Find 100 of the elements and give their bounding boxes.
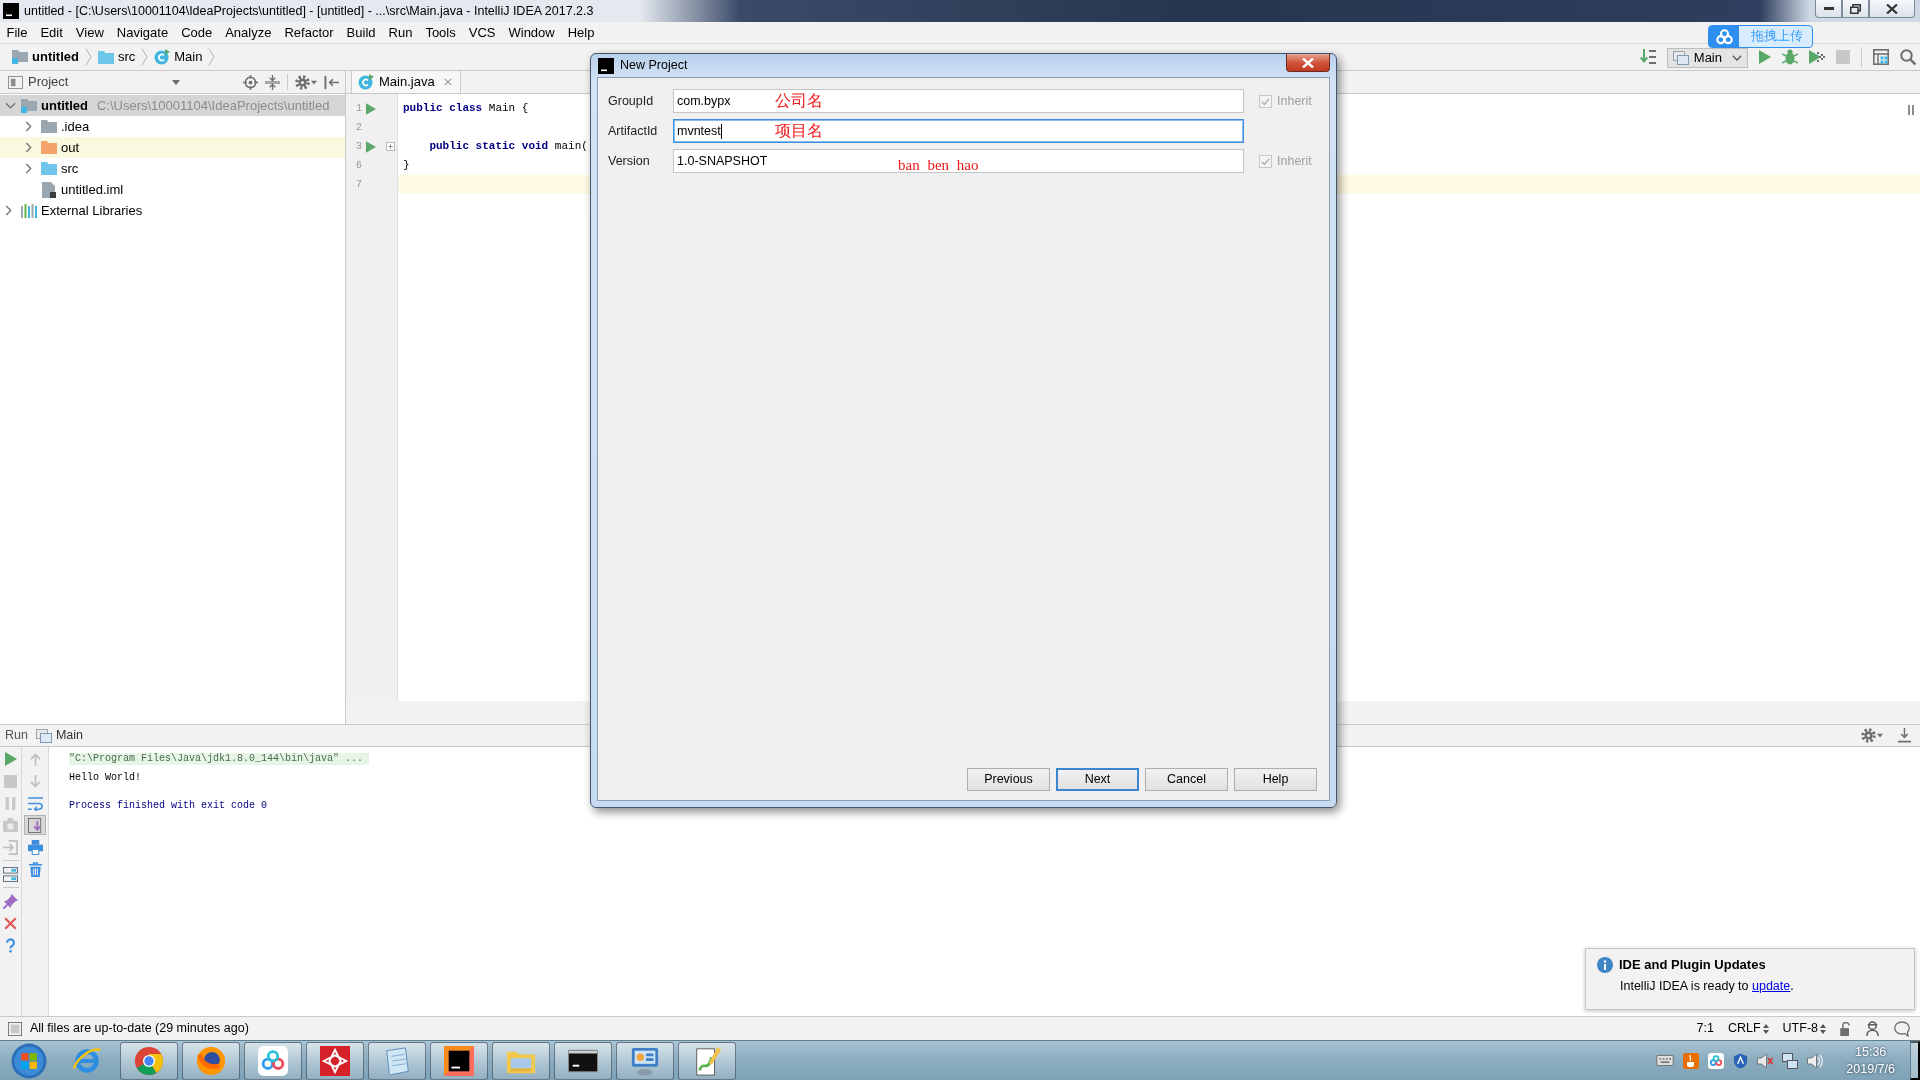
tree-item[interactable]: .idea [0,116,345,137]
close-icon[interactable] [4,916,17,930]
annotation-text: ban ben hao [898,156,979,174]
fold-icon[interactable] [386,142,395,151]
minimize-button[interactable] [1815,0,1842,18]
printer-icon[interactable] [27,839,43,855]
input-field[interactable]: com.bypx 公司名 [673,89,1244,113]
dialog-button[interactable]: Previous [967,768,1050,791]
cloud-icon[interactable] [1708,1052,1725,1069]
close-button[interactable] [1286,54,1330,72]
show-desktop-button[interactable] [1910,1041,1920,1080]
app-logo-icon [444,1045,474,1076]
chat-bubble-icon[interactable] [1894,1020,1910,1037]
help-icon[interactable] [6,937,15,953]
close-icon [1886,3,1898,14]
hide-icon[interactable] [324,74,339,90]
grid-icon[interactable] [1873,49,1889,65]
menu-item[interactable]: Navigate [110,24,175,41]
dialog-button[interactable]: Next [1056,768,1139,791]
line-number: 7 [355,178,362,191]
menu-item[interactable]: VCS [462,24,502,41]
network-icon[interactable] [1782,1052,1799,1069]
menu-item[interactable]: Build [340,24,382,41]
cup-icon[interactable] [1683,1052,1700,1069]
breadcrumb-item[interactable]: untitled [8,49,83,65]
taskbar-button[interactable] [430,1041,488,1080]
frame-icon[interactable] [8,1021,22,1036]
breadcrumb-item[interactable]: src [93,49,140,65]
input-field[interactable]: 1.0-SNAPSHOT ban ben hao [673,149,1244,173]
editor-tab[interactable]: Main.java [351,71,461,93]
close-button[interactable] [1869,0,1915,18]
menu-item[interactable]: Window [501,24,562,41]
crosshair-icon[interactable] [243,74,258,90]
dialog-button[interactable]: Cancel [1145,768,1228,791]
restore-button[interactable] [1842,0,1869,18]
shield-icon[interactable] [1733,1052,1749,1069]
speaker-icon[interactable] [1807,1052,1824,1069]
menu-item[interactable]: View [69,24,111,41]
settings-icon[interactable] [295,74,310,90]
menu-item[interactable]: Tools [418,24,463,41]
search-icon[interactable] [1900,49,1916,65]
collapse-icon[interactable] [265,74,280,90]
keyboard-icon[interactable] [1656,1055,1675,1066]
run-icon[interactable] [1759,50,1771,64]
menu-item[interactable]: Help [561,24,601,41]
taskbar-button[interactable] [554,1041,612,1080]
caret-icon [172,79,180,85]
menu-item[interactable]: Run [382,24,419,41]
muted-speaker-icon[interactable] [1757,1052,1774,1069]
layout-icon[interactable] [3,866,18,882]
browser-icon [134,1045,164,1076]
close-icon [1302,57,1314,68]
module-folder-icon [12,50,28,64]
coverage-icon[interactable] [1809,49,1825,65]
folder-icon [97,50,114,64]
tree-item[interactable]: src [0,158,345,179]
close-icon[interactable] [443,78,452,86]
window-icon [1672,51,1689,65]
menu-item[interactable]: Refactor [277,24,341,41]
browser-icon[interactable] [72,1045,102,1076]
hide-icon[interactable] [1897,728,1912,743]
cloud-icon [258,1045,288,1076]
caret-position[interactable]: 7:1 [1696,1021,1714,1036]
tree-item[interactable]: untitled C:\Users\10001104\IdeaProjects\untitled [0,95,345,116]
line-separator-selector[interactable]: CRLF [1727,1021,1769,1036]
scroll-to-end-icon[interactable] [27,817,43,833]
person-icon[interactable] [1865,1021,1880,1036]
padlock-icon[interactable] [1840,1021,1851,1036]
dialog-button[interactable]: Help [1234,768,1317,791]
run-config-dropdown[interactable]: Main [1666,48,1748,68]
library-icon [21,203,37,218]
input-field[interactable]: mvntest 项目名 [673,119,1244,143]
encoding-selector[interactable]: UTF-8 [1782,1021,1826,1036]
caret-icon [1877,733,1883,738]
run-icon[interactable] [366,102,376,115]
run-tab[interactable]: Main [33,728,86,743]
down-arrow-lines-icon[interactable] [1639,49,1656,65]
tree-item[interactable]: out [0,137,345,158]
pin-icon[interactable] [3,893,18,909]
line-number: 2 [355,121,362,134]
bug-icon[interactable] [1782,49,1798,65]
trash-icon[interactable] [27,861,43,877]
start-button-icon[interactable] [11,1042,47,1079]
soft-wrap-icon[interactable] [27,795,43,811]
pattern-tile-icon [320,1045,350,1076]
tree-item[interactable]: untitled.iml [0,179,345,200]
code-line: } [403,158,410,173]
menu-item[interactable]: Edit [33,24,70,41]
run-icon[interactable] [366,140,376,153]
menu-item[interactable]: Code [174,24,219,41]
menu-item[interactable]: Analyze [218,24,278,41]
code-line: public class Main { [403,101,529,116]
folder-icon [41,162,57,175]
menu-item[interactable]: File [0,24,34,41]
settings-icon[interactable] [1861,728,1876,743]
pause-icon[interactable] [1908,104,1914,115]
caret-icon [311,79,317,85]
rerun-icon[interactable] [4,752,17,766]
breadcrumb-item[interactable]: Main [150,49,207,65]
tree-item[interactable]: External Libraries [0,200,345,221]
